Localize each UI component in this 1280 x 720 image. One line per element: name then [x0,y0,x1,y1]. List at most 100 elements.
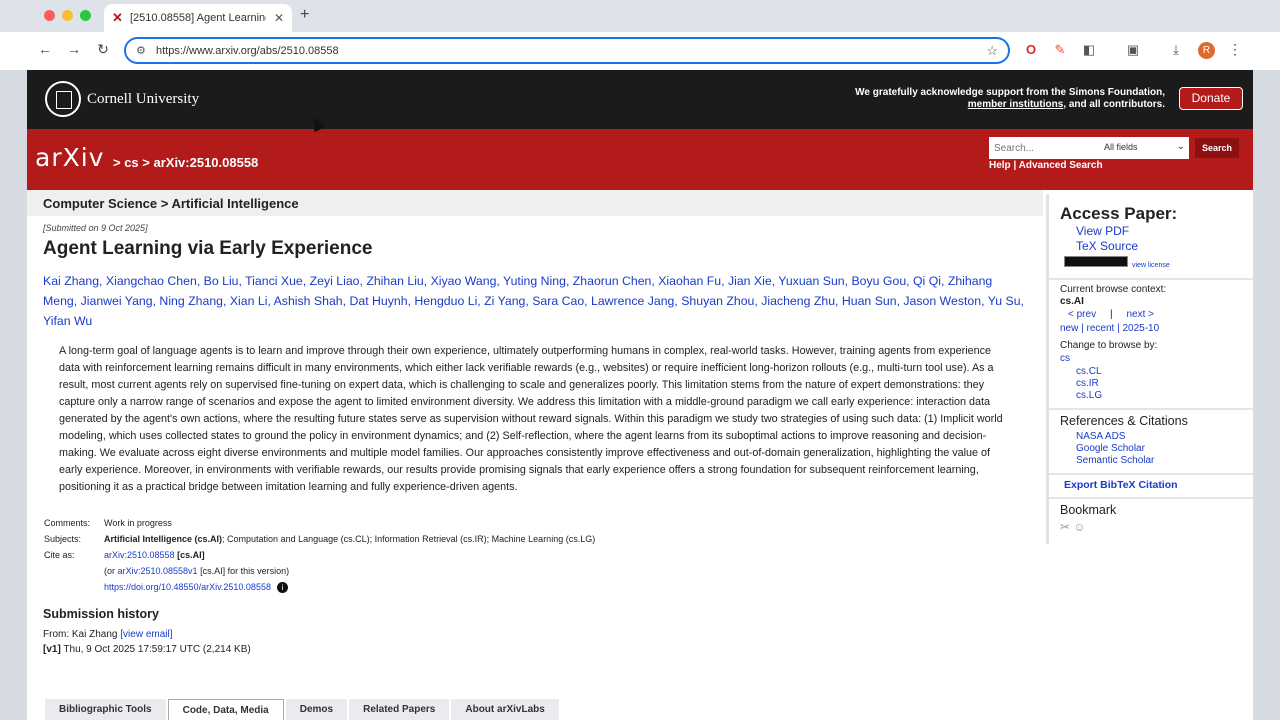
browser-tab-bar: ✕ [2510.08558] Agent Learning ✕ + [0,0,1280,32]
browse-context: cs.AI [1060,296,1084,307]
primary-subject: Artificial Intelligence (cs.AI) [104,534,223,544]
paper-title: Agent Learning via Early Experience [43,238,373,259]
info-icon[interactable]: i [276,582,288,593]
labs-tabs: Bibliographic Tools Code, Data, Media De… [45,699,561,720]
browse-cs-cl[interactable]: cs.CL [1076,366,1253,378]
browse-cs-link[interactable]: cs [1060,352,1253,366]
browse-cs-lg[interactable]: cs.LG [1076,390,1253,402]
submission-history-title: Submission history [43,607,159,621]
divider [1049,408,1253,410]
bookmark-star-icon[interactable]: ☆ [986,43,998,59]
new-tab-icon[interactable]: + [300,6,309,24]
export-bibtex-link[interactable]: Export BibTeX Citation [1064,479,1253,491]
arxiv-header: arXiv > cs > arXiv:2510.08558 All fields… [27,129,1253,190]
opera-icon[interactable]: O [1022,42,1040,57]
tab-title: [2510.08558] Agent Learning [130,12,266,24]
view-pdf-link[interactable]: View PDF [1076,224,1253,239]
back-icon[interactable]: ← [35,41,55,57]
tab-related-papers[interactable]: Related Papers [349,699,450,720]
cite-v1-pre: (or [104,566,118,576]
cite-label: Cite as: [44,550,75,560]
bookmark-icons: ✂ ☺ [1060,520,1253,534]
comments-label: Comments: [44,518,91,528]
arxiv-logo[interactable]: arXiv [35,143,104,172]
cc-license-icon[interactable] [1064,256,1128,267]
version-tag[interactable]: [v1] [43,644,61,655]
new-recent-links[interactable]: new | recent | 2025-10 [1060,322,1253,336]
acknowledgement: We gratefully acknowledge support from t… [855,87,1165,111]
tab-close-icon[interactable]: ✕ [274,11,284,25]
access-paper-title: Access Paper: [1060,204,1178,223]
bookmark-title: Bookmark [1060,503,1117,517]
forward-icon[interactable]: → [64,41,84,57]
google-scholar-link[interactable]: Google Scholar [1076,443,1253,455]
cast-icon[interactable]: ▣ [1124,42,1142,58]
cornell-seal-icon[interactable] [45,81,81,117]
prev-link[interactable]: < prev [1068,309,1096,320]
tab-demos[interactable]: Demos [285,699,348,720]
pen-icon[interactable]: ✎ [1051,42,1069,58]
nasa-ads-link[interactable]: NASA ADS [1076,431,1253,443]
url-text[interactable]: https://www.arxiv.org/abs/2510.08558 [156,45,986,57]
search-field-select[interactable]: All fields ⌄ [1099,137,1189,159]
cite-v1-post: [cs.AI] for this version) [197,566,290,576]
extensions-icon[interactable]: ◧ [1080,42,1098,58]
bibsonomy-icon[interactable]: ✂ [1060,520,1070,534]
address-bar[interactable]: ⚙ https://www.arxiv.org/abs/2510.08558 ☆ [124,37,1010,64]
other-subjects: ; Computation and Language (cs.CL); Info… [222,534,596,544]
divider [1049,497,1253,499]
help-links[interactable]: Help | Advanced Search [989,160,1103,171]
chevron-down-icon: ⌄ [1176,141,1185,152]
cornell-banner: Cornell University We gratefully acknowl… [27,70,1253,129]
field-select-value: All fields [1104,142,1138,152]
nav-separator: | [1109,309,1113,320]
menu-icon[interactable]: ⋮ [1228,41,1242,58]
browser-tab[interactable]: ✕ [2510.08558] Agent Learning ✕ [104,4,292,32]
close-window-button[interactable] [44,10,55,21]
cite-id-link[interactable]: arXiv:2510.08558 [104,550,175,560]
doi-link[interactable]: https://doi.org/10.48550/arXiv.2510.0855… [104,582,271,592]
metadata-table: Comments: Work in progress Subjects: Art… [44,515,1043,595]
breadcrumb[interactable]: > cs > arXiv:2510.08558 [113,155,258,170]
submitted-date: [Submitted on 9 Oct 2025] [43,223,148,233]
tab-code-data-media[interactable]: Code, Data, Media [167,699,284,720]
cornell-name[interactable]: Cornell University [87,91,199,108]
donate-button[interactable]: Donate [1179,87,1243,110]
next-link[interactable]: next > [1127,309,1155,320]
ack-text: We gratefully acknowledge support from t… [855,87,1165,98]
cite-row: Cite as: arXiv:2510.08558 [cs.AI] [44,547,1043,563]
member-institutions-link[interactable]: member institutions [968,99,1064,110]
comments-value: Work in progress [104,518,172,528]
view-license-link[interactable]: view license [1132,262,1170,269]
version-text: Thu, 9 Oct 2025 17:59:17 UTC (2,214 KB) [60,644,251,655]
maximize-window-button[interactable] [80,10,91,21]
browse-cs-ir[interactable]: cs.IR [1076,378,1253,390]
search-input[interactable] [989,137,1099,159]
profile-avatar[interactable]: R [1198,42,1215,59]
tab-bibliographic-tools[interactable]: Bibliographic Tools [45,699,166,720]
doi-row: https://doi.org/10.48550/arXiv.2510.0855… [44,579,1043,595]
cite-v1-link[interactable]: arXiv:2510.08558v1 [118,566,198,576]
ack-end: , and all contributors. [1063,99,1165,110]
abstract: A long-term goal of language agents is t… [59,345,1003,493]
browse-context-label: Current browse context: [1060,284,1167,295]
divider [1049,473,1253,475]
download-icon[interactable]: ⤓ [1167,42,1185,58]
web-page: Cornell University We gratefully acknowl… [27,70,1253,720]
minimize-window-button[interactable] [62,10,73,21]
site-settings-icon[interactable]: ⚙ [136,44,156,57]
semantic-scholar-link[interactable]: Semantic Scholar [1076,455,1253,467]
access-sidebar: Access Paper: View PDF TeX Source view l… [1046,194,1253,544]
view-email-link[interactable]: [view email] [120,629,172,640]
tex-source-link[interactable]: TeX Source [1076,239,1253,254]
cite-version-row: (or arXiv:2510.08558v1 [cs.AI] for this … [44,563,1043,579]
browser-toolbar: ← → ↻ ⚙ https://www.arxiv.org/abs/2510.0… [0,32,1280,70]
subject-header: Computer Science > Artificial Intelligen… [27,190,1043,216]
subjects-row: Subjects: Artificial Intelligence (cs.AI… [44,531,1043,547]
reddit-icon[interactable]: ☺ [1073,520,1085,534]
reload-icon[interactable]: ↻ [93,41,113,58]
author-list[interactable]: Kai Zhang, Xiangchao Chen, Bo Liu, Tianc… [43,271,1027,331]
subjects-label: Subjects: [44,534,82,544]
search-button[interactable]: Search [1195,138,1239,158]
tab-about-arxivlabs[interactable]: About arXivLabs [451,699,559,720]
